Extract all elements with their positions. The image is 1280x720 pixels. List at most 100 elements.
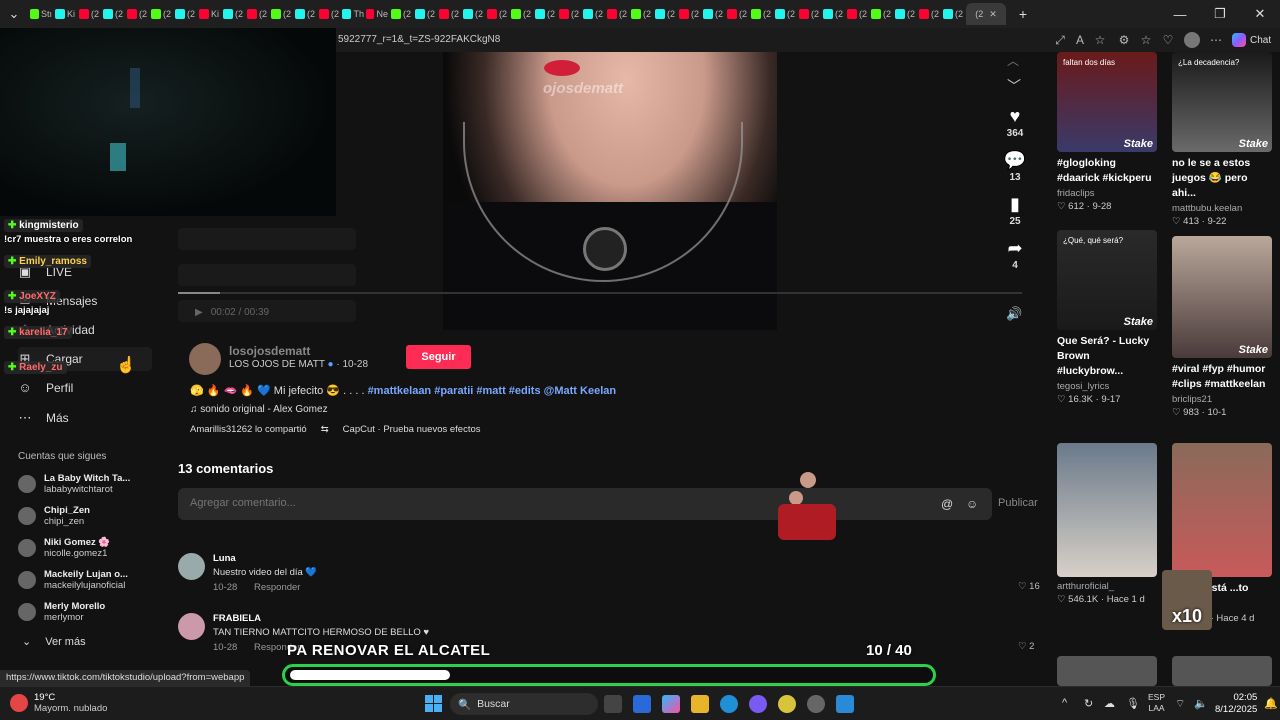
follow-button[interactable]: Seguir — [406, 345, 471, 369]
feed-thumbnail[interactable] — [1057, 656, 1157, 686]
store-icon[interactable] — [633, 695, 651, 713]
like-button[interactable]: ♥ 364 — [1000, 106, 1030, 139]
comment-input[interactable] — [190, 497, 730, 509]
browser-tab[interactable]: Ki — [54, 3, 76, 25]
browser-tab[interactable]: (2 — [630, 3, 652, 25]
browser-tab[interactable]: (2 — [870, 3, 892, 25]
feed-thumbnail[interactable]: faltan dos días Stake — [1057, 52, 1157, 152]
chrome-icon[interactable] — [778, 695, 796, 713]
feed-author[interactable]: artthuroficial_ — [1057, 581, 1157, 592]
feed-thumbnail[interactable] — [1057, 443, 1157, 577]
task-view-icon[interactable] — [604, 695, 622, 713]
star-icon[interactable]: ☆ — [1092, 32, 1108, 48]
mention-icon[interactable]: @ — [941, 497, 953, 511]
share-button[interactable]: ➦ 4 — [1000, 238, 1030, 271]
feed-thumbnail[interactable]: Stake — [1172, 236, 1272, 358]
author-username[interactable]: losojosdematt — [229, 344, 310, 358]
feed-author[interactable]: fridaclips — [1057, 188, 1157, 199]
weather-widget[interactable]: 19°C Mayorm. nublado — [10, 692, 107, 714]
external-icon[interactable]: ⤢ — [1052, 32, 1068, 48]
feed-thumbnail[interactable] — [1172, 656, 1272, 686]
feed-card[interactable]: Stake #viral #fyp #humor #clips #mattkeel… — [1172, 236, 1272, 418]
copilot-app-icon[interactable] — [662, 695, 680, 713]
browser-tab[interactable]: (2 — [78, 3, 100, 25]
feed-thumbnail[interactable]: ¿Qué, qué será? Stake — [1057, 230, 1157, 330]
feed-thumbnail[interactable]: ¿La decadencia? Stake — [1172, 52, 1272, 152]
browser-tab[interactable]: Ki — [198, 3, 220, 25]
emoji-icon[interactable]: ☺ — [966, 497, 978, 511]
browser-tab[interactable]: Ne — [366, 3, 388, 25]
browser-tab[interactable]: (2 — [102, 3, 124, 25]
obs-icon[interactable] — [807, 695, 825, 713]
browser-tab[interactable]: (2 — [750, 3, 772, 25]
reply-button[interactable]: Responder — [254, 582, 300, 593]
mic-icon[interactable]: 🎙 — [1126, 697, 1140, 710]
publish-button[interactable]: Publicar — [998, 497, 1038, 509]
effect-link[interactable]: CapCut · Prueba nuevos efectos — [343, 424, 481, 435]
url-text[interactable]: 5922777_r=1&_t=ZS-922FAKCkgN8 — [338, 34, 500, 45]
active-browser-tab[interactable]: (2 ✕ — [966, 3, 1006, 25]
browser-tab[interactable]: Th — [342, 3, 364, 25]
browser-tab[interactable]: (2 — [582, 3, 604, 25]
browser-tab[interactable]: (2 — [774, 3, 796, 25]
save-button[interactable]: ▮ 25 — [1000, 194, 1030, 227]
copilot-chat-button[interactable]: Chat — [1232, 31, 1271, 49]
next-video-icon[interactable]: ﹀ — [1007, 76, 1021, 96]
followed-account[interactable]: Chipi_Zen chipi_zen — [18, 501, 90, 531]
browser-tab[interactable]: (2 — [678, 3, 700, 25]
sidebar-item-más[interactable]: ⋯ Más — [18, 406, 69, 430]
file-explorer-icon[interactable] — [691, 695, 709, 713]
comment-like-button[interactable]: ♡ 2 — [1018, 641, 1034, 652]
browser-tab[interactable]: (2 — [894, 3, 916, 25]
close-window-button[interactable]: ✕ — [1240, 0, 1280, 28]
browser-tab[interactable]: (2 — [534, 3, 556, 25]
browser-tab[interactable]: (2 — [702, 3, 724, 25]
app-icon[interactable] — [836, 695, 854, 713]
previous-video-icon[interactable]: ︿ — [1007, 52, 1019, 69]
more-menu-icon[interactable]: ⋯ — [1208, 32, 1224, 48]
bookmarks-icon[interactable]: ☆ — [1138, 32, 1154, 48]
extension-icon[interactable]: ⚙ — [1116, 32, 1132, 48]
language-indicator[interactable]: ESP LAA — [1148, 692, 1165, 714]
minimize-button[interactable]: — — [1160, 0, 1200, 28]
comment-author[interactable]: FRABIELA — [213, 613, 261, 624]
speaker-icon[interactable]: 🔈 — [1194, 697, 1208, 710]
browser-tab[interactable]: (2 — [150, 3, 172, 25]
feed-author[interactable]: tegosi_lyrics — [1057, 381, 1157, 392]
browser-tab[interactable]: (2 — [222, 3, 244, 25]
browser-tab[interactable]: (2 — [798, 3, 820, 25]
browser-tab[interactable]: (2 — [414, 3, 436, 25]
shield-icon[interactable]: ♡ — [1160, 32, 1176, 48]
browser-tab[interactable]: (2 — [462, 3, 484, 25]
browser-tab[interactable]: (2 — [726, 3, 748, 25]
browser-tab[interactable]: (2 — [606, 3, 628, 25]
sound-link[interactable]: ♫ sonido original - Alex Gomez — [190, 404, 328, 415]
browser-tab[interactable]: (2 — [318, 3, 340, 25]
comment-button[interactable]: 💬 13 — [1000, 150, 1030, 183]
video-player[interactable]: ojosdematt — [443, 52, 777, 330]
browser-tab[interactable]: (2 — [246, 3, 268, 25]
translate-icon[interactable]: A — [1072, 32, 1088, 48]
browser-tab[interactable]: (2 — [510, 3, 532, 25]
sidebar-item-perfil[interactable]: ☺ Perfil — [18, 376, 73, 400]
author-avatar[interactable] — [189, 343, 221, 375]
browser-tab[interactable]: (2 — [126, 3, 148, 25]
shared-by[interactable]: Amarillis31262 lo compartió — [190, 424, 307, 435]
caption-hashtags[interactable]: #mattkelaan #paratii #matt #edits @Matt … — [368, 385, 617, 397]
browser-tab[interactable]: (2 — [654, 3, 676, 25]
sync-icon[interactable]: ↻ — [1084, 697, 1093, 710]
browser-tab[interactable]: (2 — [438, 3, 460, 25]
maximize-button[interactable]: ❐ — [1200, 0, 1240, 28]
followed-account[interactable]: Mackeily Lujan o... mackeilylujanoficial — [18, 565, 128, 595]
new-tab-button[interactable]: + — [1012, 3, 1034, 25]
comment-author[interactable]: Luna — [213, 553, 236, 564]
browser-tab[interactable]: (2 — [942, 3, 964, 25]
feed-card[interactable]: ¿Qué, qué será? Stake Que Será? - Lucky Br… — [1057, 230, 1157, 405]
feed-author[interactable]: mattbubu.keelan — [1172, 203, 1272, 214]
browser-tab[interactable]: (2 — [270, 3, 292, 25]
browser-tab[interactable]: (2 — [846, 3, 868, 25]
followed-account[interactable]: Merly Morello merlymor — [18, 597, 105, 627]
taskbar-search[interactable]: 🔍 Buscar — [450, 693, 598, 715]
profile-avatar-icon[interactable] — [1184, 32, 1200, 48]
browser-tab[interactable]: (2 — [822, 3, 844, 25]
